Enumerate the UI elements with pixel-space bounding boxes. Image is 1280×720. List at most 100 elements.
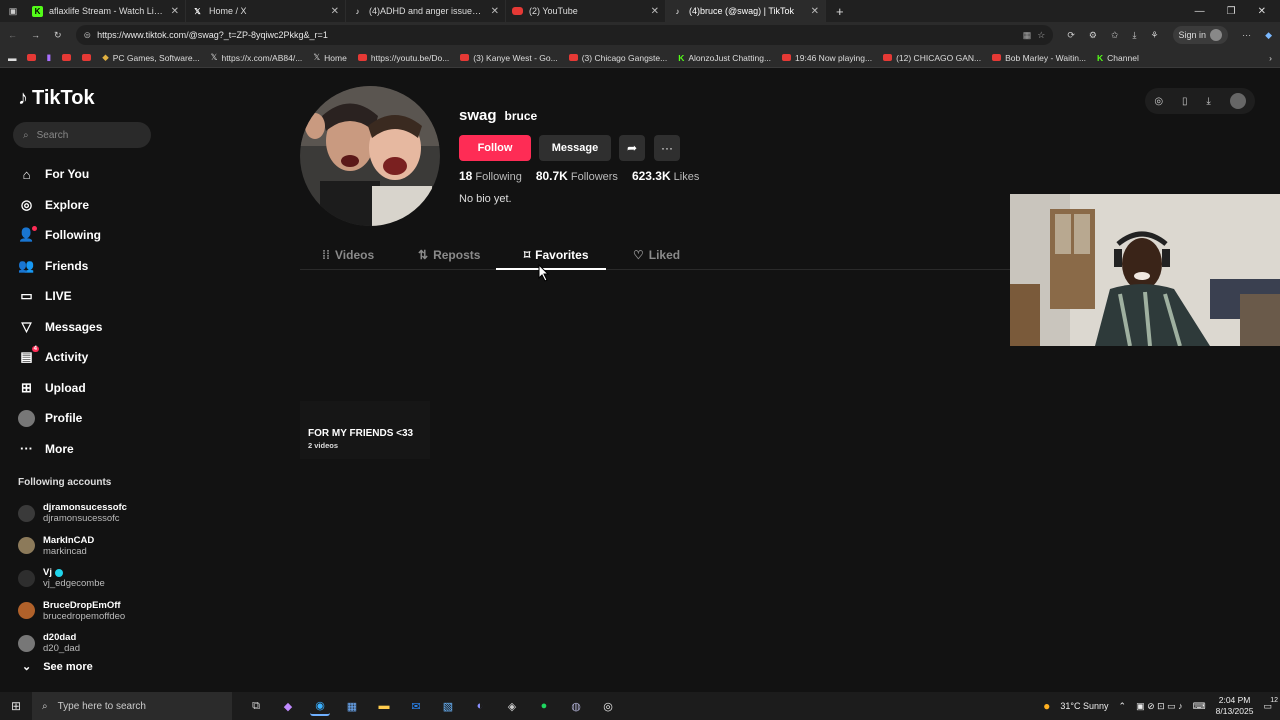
nav-item-profile[interactable]: Profile [18, 403, 158, 434]
bookmark-item[interactable]: (3) Chicago Gangste... [568, 53, 667, 63]
nav-item-messages[interactable]: ▽ Messages [18, 312, 158, 343]
chevron-up-icon[interactable]: ⌃ [1119, 701, 1127, 712]
bookmark-item[interactable]: K Channel [1097, 53, 1139, 63]
tray-icons[interactable]: ▣ ⊘ ⊡ ▭ ♪ [1136, 701, 1183, 712]
nav-item-activity[interactable]: ▤ 4 Activity [18, 342, 158, 373]
tab-close-icon[interactable]: ✕ [651, 6, 659, 17]
steam-icon[interactable]: ◍ [566, 696, 586, 716]
site-info-icon[interactable]: ⊜ [84, 30, 92, 41]
tab-close-icon[interactable]: ✕ [811, 6, 819, 17]
nav-item-following[interactable]: 👤 Following [18, 220, 158, 251]
nav-item-live[interactable]: ▭ LIVE [18, 281, 158, 312]
nav-item-upload[interactable]: ⊞ Upload [18, 373, 158, 404]
browser-tab[interactable]: Kaflaxlife Stream - Watch Live on K ✕ [26, 0, 186, 22]
taskbar-search[interactable]: ⌕ Type here to search [32, 692, 232, 720]
bookmark-item[interactable]: ◆ PC Games, Software... [102, 52, 199, 63]
store-icon[interactable]: ▦ [342, 696, 362, 716]
close-window-icon[interactable]: ✕ [1258, 6, 1266, 17]
maximize-icon[interactable]: ❐ [1227, 6, 1236, 17]
tab-videos[interactable]: ⁞⁞ Videos [322, 248, 374, 262]
obs-icon[interactable]: ◎ [598, 696, 618, 716]
refresh-icon[interactable]: ↻ [54, 30, 62, 41]
following-account-item[interactable]: Vj vj_edgecombe [18, 562, 158, 595]
following-account-item[interactable]: d20dad d20_dad [18, 627, 158, 660]
nav-item-for-you[interactable]: ⌂ For You [18, 159, 158, 190]
message-button[interactable]: Message [539, 135, 611, 161]
edge-icon[interactable]: ◉ [310, 696, 330, 716]
follow-button[interactable]: Follow [459, 135, 531, 161]
tab-liked[interactable]: ♡ Liked [633, 248, 680, 262]
nav-item-more[interactable]: ··· More [18, 434, 158, 465]
url-field[interactable]: ⊜ https://www.tiktok.com/@swag?_t=ZP-8yq… [75, 25, 1054, 45]
tab-close-icon[interactable]: ✕ [331, 6, 339, 17]
weather-text[interactable]: 31°C Sunny [1060, 701, 1108, 711]
browser-tab[interactable]: 𝕏 Home / X ✕ [186, 0, 346, 22]
settings-more-icon[interactable]: ··· [1242, 30, 1251, 40]
back-icon[interactable]: ← [8, 30, 17, 40]
nav-item-explore[interactable]: ◎ Explore [18, 190, 158, 221]
tab-close-icon[interactable]: ✕ [171, 6, 179, 17]
profile-avatar[interactable] [300, 86, 440, 226]
tab-actions-icon[interactable]: ▣ [0, 6, 26, 17]
user-avatar-icon[interactable] [1229, 93, 1246, 109]
bookmark-item[interactable] [82, 54, 92, 61]
following-account-item[interactable]: djramonsucessofc djramonsucessofc [18, 497, 158, 530]
downloads-icon[interactable]: ⤓ [1132, 30, 1136, 41]
followers-stat[interactable]: 80.7K Followers [536, 169, 618, 183]
see-more-button[interactable]: ⌄ See more [22, 660, 93, 674]
task-view-icon[interactable]: ⧉ [246, 696, 266, 716]
start-button[interactable]: ⊞ [0, 699, 32, 713]
keyboard-icon[interactable]: ⌨ [1193, 701, 1206, 712]
share-button[interactable]: ➦ [619, 135, 645, 161]
download-app-icon[interactable]: ⤓ [1206, 96, 1210, 107]
app-available-icon[interactable]: ▦ [1023, 30, 1032, 41]
bookmark-item[interactable]: 𝕏https://x.com/AB84/... [211, 52, 303, 63]
file-explorer-icon[interactable]: ▬ [374, 696, 394, 716]
bookmark-item[interactable]: ▮ [47, 52, 52, 63]
bookmark-item[interactable] [26, 54, 36, 61]
forward-icon[interactable]: → [31, 30, 40, 40]
copilot-taskbar-icon[interactable]: ◆ [278, 696, 298, 716]
more-bookmarks-icon[interactable]: › [1269, 53, 1272, 63]
notifications-icon[interactable]: ▭ 12 [1263, 697, 1278, 712]
favorites-collection-card[interactable]: FOR MY FRIENDS <33 2 videos [300, 401, 430, 459]
following-account-item[interactable]: MarkInCAD markincad [18, 530, 158, 563]
browser-tab[interactable]: (2) YouTube ✕ [506, 0, 666, 22]
copilot-browser-icon[interactable]: ⚘ [1150, 30, 1158, 41]
sign-in-button[interactable]: Sign in [1172, 26, 1229, 44]
clock[interactable]: 2:04 PM 8/13/2025 [1216, 695, 1254, 717]
bookmarks-folder-icon[interactable]: ▬ [8, 53, 17, 63]
following-stat[interactable]: 18 Following [459, 169, 522, 183]
copilot-icon[interactable]: ◆ [1265, 30, 1272, 41]
coin-icon[interactable]: ◎ [1154, 96, 1163, 107]
device-icon[interactable]: ▯ [1182, 96, 1188, 107]
tiktok-logo[interactable]: ♪ TikTok [18, 87, 95, 110]
bookmark-item[interactable]: https://youtu.be/Do... [357, 53, 449, 63]
favorite-star-icon[interactable]: ☆ [1037, 30, 1045, 41]
photos-icon[interactable]: ▧ [438, 696, 458, 716]
more-options-button[interactable]: ··· [654, 135, 680, 161]
performance-icon[interactable]: ⚙ [1089, 30, 1097, 41]
outlook-icon[interactable]: ✉ [406, 696, 426, 716]
bookmark-item[interactable]: K AlonzoJust Chatting... [678, 53, 771, 63]
bookmark-item[interactable]: (3) Kanye West - Go... [460, 53, 558, 63]
bookmark-item[interactable]: 19:46 Now playing... [782, 53, 872, 63]
bookmark-item[interactable] [62, 54, 72, 61]
bookmark-item[interactable]: Bob Marley - Waitin... [992, 53, 1086, 63]
browser-tab[interactable]: ♪ (4)ADHD and anger issues (ADHD ✕ [346, 0, 506, 22]
tab-reposts[interactable]: ⇅ Reposts [418, 248, 480, 262]
tab-favorites[interactable]: ⌑ Favorites [524, 248, 589, 262]
nav-item-friends[interactable]: 👥 Friends [18, 251, 158, 282]
discord-icon[interactable]: ◐ [470, 696, 490, 716]
extensions-icon[interactable]: ⟳ [1067, 30, 1075, 41]
bookmark-item[interactable]: 𝕏 Home [313, 52, 347, 63]
search-input[interactable]: ⌕ Search [13, 122, 151, 148]
new-tab-button[interactable]: + [826, 4, 854, 19]
minimize-icon[interactable]: — [1195, 6, 1205, 17]
bookmark-item[interactable]: (12) CHICAGO GAN... [883, 53, 981, 63]
following-account-item[interactable]: BruceDropEmOff brucedropemoffdeo [18, 595, 158, 628]
url-text[interactable]: https://www.tiktok.com/@swag?_t=ZP-8yqiw… [97, 30, 328, 40]
spotify-icon[interactable]: ● [534, 696, 554, 716]
browser-tab[interactable]: ♪ (4)bruce (@swag) | TikTok ✕ [666, 0, 826, 22]
app-icon[interactable]: ◈ [502, 696, 522, 716]
